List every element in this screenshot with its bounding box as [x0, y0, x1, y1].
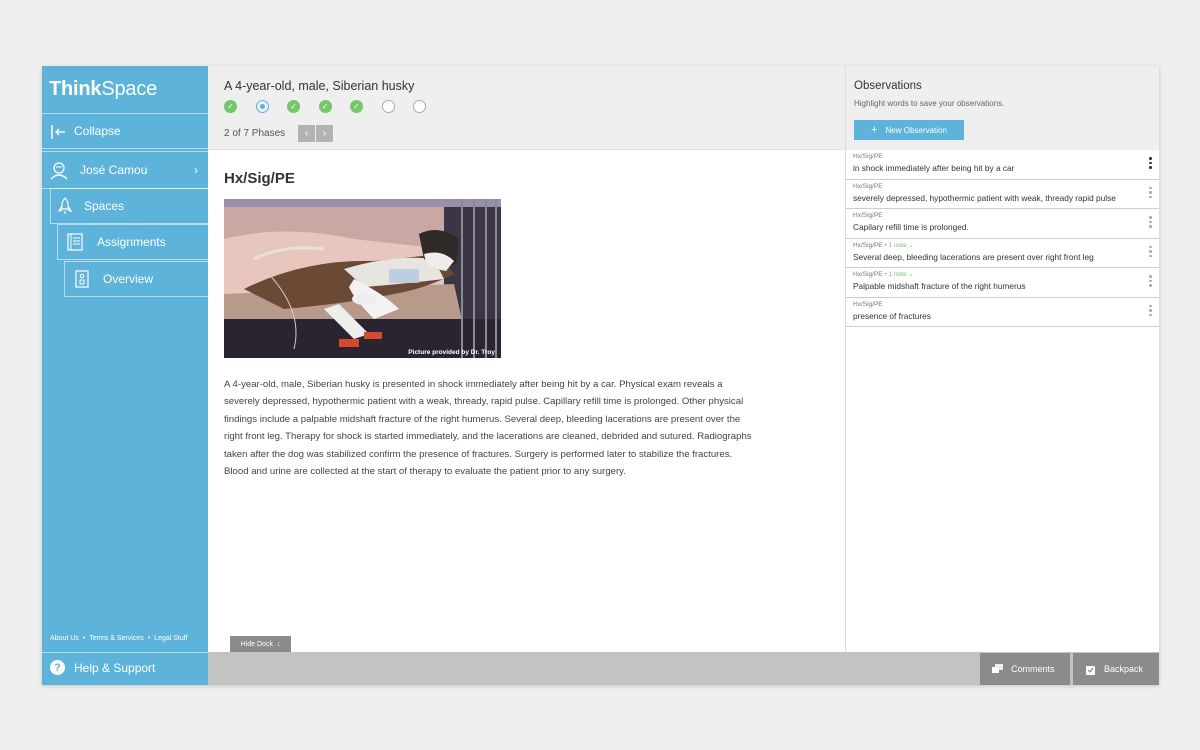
- sidebar-item-label: Overview: [103, 272, 154, 286]
- chevron-right-icon: ›: [194, 163, 198, 177]
- terms-link[interactable]: Terms & Services: [89, 635, 143, 642]
- observation-item[interactable]: Hx/Sig/PE presence of fractures: [846, 298, 1159, 327]
- user-name: José Camou: [80, 163, 148, 177]
- observation-item[interactable]: Hx/Sig/PE in shock immediately after bein…: [846, 150, 1159, 180]
- content-area: Hx/Sig/PE Picture provided by Dr. Troy A…: [208, 150, 845, 652]
- more-options-icon[interactable]: [1149, 245, 1153, 260]
- rocket-icon: [55, 196, 75, 216]
- sidebar-item-label: Spaces: [84, 199, 125, 213]
- case-title: A 4-year-old, male, Siberian husky: [224, 79, 415, 93]
- observation-item[interactable]: Hx/Sig/PE Capilary refill time is prolong…: [846, 209, 1159, 239]
- observation-phase: Hx/Sig/PE: [853, 182, 883, 190]
- observations-panel: Observations Highlight words to save you…: [845, 66, 1159, 652]
- more-options-icon[interactable]: [1149, 186, 1153, 201]
- help-icon: ?: [50, 660, 65, 675]
- observation-text: presence of fractures: [853, 310, 931, 321]
- logo[interactable]: ThinkSpace: [49, 78, 157, 101]
- comments-label: Comments: [1011, 664, 1055, 674]
- collapse-icon: [48, 122, 68, 142]
- observation-phase: Hx/Sig/PE: [853, 212, 883, 219]
- plus-icon: +: [871, 124, 878, 136]
- observation-phase: Hx/Sig/PE • 1 note ⌄: [853, 241, 914, 249]
- observation-text: Several deep, bleeding lacerations are p…: [853, 251, 1094, 262]
- phase-progress: ✓ ✓ ✓ ✓: [224, 100, 445, 113]
- about-link[interactable]: About Us: [50, 635, 79, 642]
- observation-phase: Hx/Sig/PE: [853, 300, 883, 308]
- observations-title: Observations: [854, 80, 922, 92]
- chevron-right-icon: ›: [322, 128, 327, 139]
- more-options-icon[interactable]: [1149, 304, 1153, 319]
- new-observation-button[interactable]: + New Observation: [854, 120, 964, 140]
- avatar-icon: [49, 160, 69, 180]
- more-options-icon[interactable]: [1149, 157, 1153, 171]
- app-window: ThinkSpace Collapse José Camou › Spaces: [42, 66, 1159, 685]
- legal-link[interactable]: Legal Stuff: [154, 635, 187, 642]
- phase-4-done[interactable]: ✓: [318, 100, 332, 113]
- footer-links: About Us • Terms & Services • Legal Stuff: [50, 635, 188, 642]
- dock-bar: Comments Backpack: [208, 652, 1159, 685]
- observation-note-toggle[interactable]: • 1 note ⌄: [884, 271, 913, 278]
- phase-6-todo[interactable]: [381, 100, 395, 113]
- observation-phase: Hx/Sig/PE: [853, 153, 883, 160]
- more-options-icon[interactable]: [1149, 275, 1153, 289]
- observation-item[interactable]: Hx/Sig/PE severely depressed, hypothermic…: [846, 180, 1159, 209]
- previous-phase-button[interactable]: ‹: [298, 125, 315, 142]
- photo-credit: Picture provided by Dr. Troy: [408, 349, 495, 356]
- sidebar-item-overview[interactable]: Overview: [64, 261, 208, 297]
- backpack-label: Backpack: [1104, 664, 1144, 674]
- observation-text: Palpable midshaft fracture of the right …: [853, 281, 1026, 291]
- backpack-icon: [1085, 664, 1096, 675]
- observations-header: Observations Highlight words to save you…: [846, 66, 1159, 150]
- phase-pager: ‹ ›: [298, 125, 334, 142]
- observation-text: severely depressed, hypothermic patient …: [853, 192, 1116, 203]
- sidebar-item-spaces[interactable]: Spaces: [50, 188, 208, 224]
- next-phase-button[interactable]: ›: [316, 125, 333, 142]
- user-menu[interactable]: José Camou ›: [42, 151, 208, 189]
- chevron-left-icon: ‹: [304, 128, 309, 139]
- help-label: Help & Support: [74, 661, 156, 675]
- comments-icon: [992, 663, 1003, 675]
- comments-button[interactable]: Comments: [980, 653, 1070, 685]
- observation-item[interactable]: Hx/Sig/PE • 1 note ⌄ Several deep, bleedi…: [846, 239, 1159, 268]
- collapse-button[interactable]: Collapse: [42, 113, 208, 149]
- hide-dock-label: Hide Dock: [240, 640, 273, 648]
- observation-text: in shock immediately after being hit by …: [853, 163, 1015, 173]
- arrow-down-icon: ↓: [276, 640, 281, 648]
- sidebar: ThinkSpace Collapse José Camou › Spaces: [42, 66, 208, 685]
- section-title: Hx/Sig/PE: [224, 170, 295, 187]
- phase-5-done[interactable]: ✓: [350, 100, 363, 113]
- notebook-icon: [65, 232, 85, 252]
- phase-7-todo[interactable]: [413, 100, 426, 113]
- sidebar-item-label: Assignments: [97, 235, 166, 249]
- hide-dock-button[interactable]: Hide Dock ↓: [230, 636, 291, 652]
- observation-phase: Hx/Sig/PE • 1 note ⌄: [853, 271, 914, 278]
- backpack-button[interactable]: Backpack: [1073, 653, 1159, 685]
- new-observation-label: New Observation: [885, 125, 947, 135]
- phase-2-current[interactable]: [255, 100, 269, 113]
- case-photo: Picture provided by Dr. Troy: [224, 199, 501, 358]
- phase-3-done[interactable]: ✓: [287, 100, 300, 113]
- observation-text: Capilary refill time is prolonged.: [853, 222, 969, 232]
- more-options-icon[interactable]: [1149, 216, 1153, 230]
- observations-subtitle: Highlight words to save your observation…: [854, 99, 1005, 108]
- case-header: A 4-year-old, male, Siberian husky ✓ ✓ ✓ ✓ …: [208, 66, 845, 150]
- observations-list: Hx/Sig/PE in shock immediately after bein…: [846, 150, 1159, 327]
- observation-item[interactable]: Hx/Sig/PE • 1 note ⌄ Palpable midshaft fr…: [846, 268, 1159, 298]
- observation-note-toggle[interactable]: • 1 note ⌄: [884, 242, 913, 249]
- case-description[interactable]: A 4-year-old, male, Siberian husky is pr…: [224, 376, 759, 480]
- sidebar-item-assignments[interactable]: Assignments: [57, 224, 208, 260]
- phase-count: 2 of 7 Phases: [224, 128, 286, 139]
- phase-1-done[interactable]: ✓: [224, 100, 237, 113]
- collapse-label: Collapse: [74, 124, 121, 138]
- help-support-button[interactable]: ? Help & Support: [42, 652, 208, 685]
- document-icon: [72, 269, 92, 289]
